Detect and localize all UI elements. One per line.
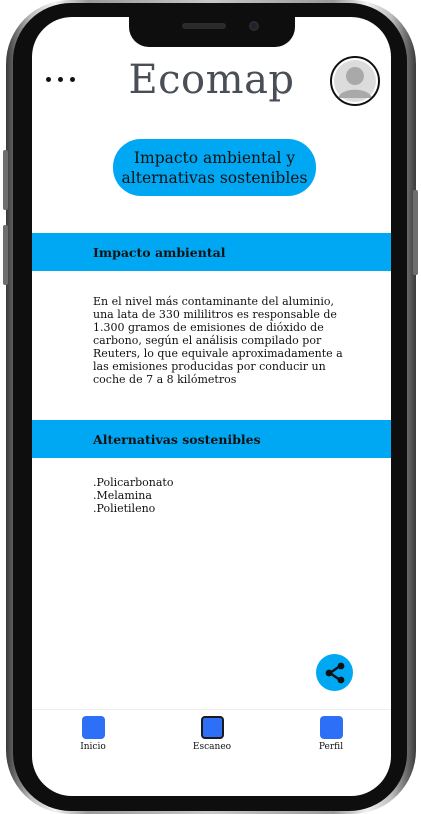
nav-label-inicio: Inicio (80, 742, 106, 752)
nav-item-escaneo[interactable]: Escaneo (177, 716, 247, 752)
alternative-item: .Policarbonato (93, 476, 174, 489)
alternative-item: .Polietileno (93, 502, 156, 515)
profile-icon (319, 716, 343, 739)
impact-heading: Impacto ambiental (93, 244, 226, 260)
impact-section-header: Impacto ambiental (32, 233, 391, 271)
nav-label-perfil: Perfil (318, 742, 344, 752)
share-button[interactable] (316, 654, 353, 691)
impact-description: En el nivel más contaminante del alumini… (93, 295, 343, 386)
volume-up-button (3, 150, 8, 210)
phone-notch (129, 17, 295, 47)
front-camera (249, 21, 259, 31)
user-avatar-icon[interactable] (330, 56, 380, 106)
alternatives-heading: Alternativas sostenibles (93, 431, 261, 447)
nav-label-escaneo: Escaneo (192, 742, 232, 752)
alternatives-list: .Policarbonato .Melamina .Polietileno (93, 476, 343, 515)
avatar-silhouette (334, 60, 376, 102)
alternative-item: .Melamina (93, 489, 152, 502)
app-screen: Ecomap Impacto ambiental y alternativas … (32, 17, 391, 796)
page-title: Impacto ambiental y alternativas sosteni… (113, 139, 316, 196)
speaker-grille (182, 23, 226, 29)
home-icon (81, 716, 105, 739)
nav-item-inicio[interactable]: Inicio (58, 716, 128, 752)
scan-icon (200, 716, 224, 739)
power-button (413, 190, 418, 275)
share-icon (325, 662, 344, 683)
bottom-navigation: Inicio Escaneo Perfil (32, 709, 391, 759)
volume-down-button (3, 225, 8, 285)
alternatives-section-header: Alternativas sostenibles (32, 420, 391, 458)
nav-item-perfil[interactable]: Perfil (296, 716, 366, 752)
